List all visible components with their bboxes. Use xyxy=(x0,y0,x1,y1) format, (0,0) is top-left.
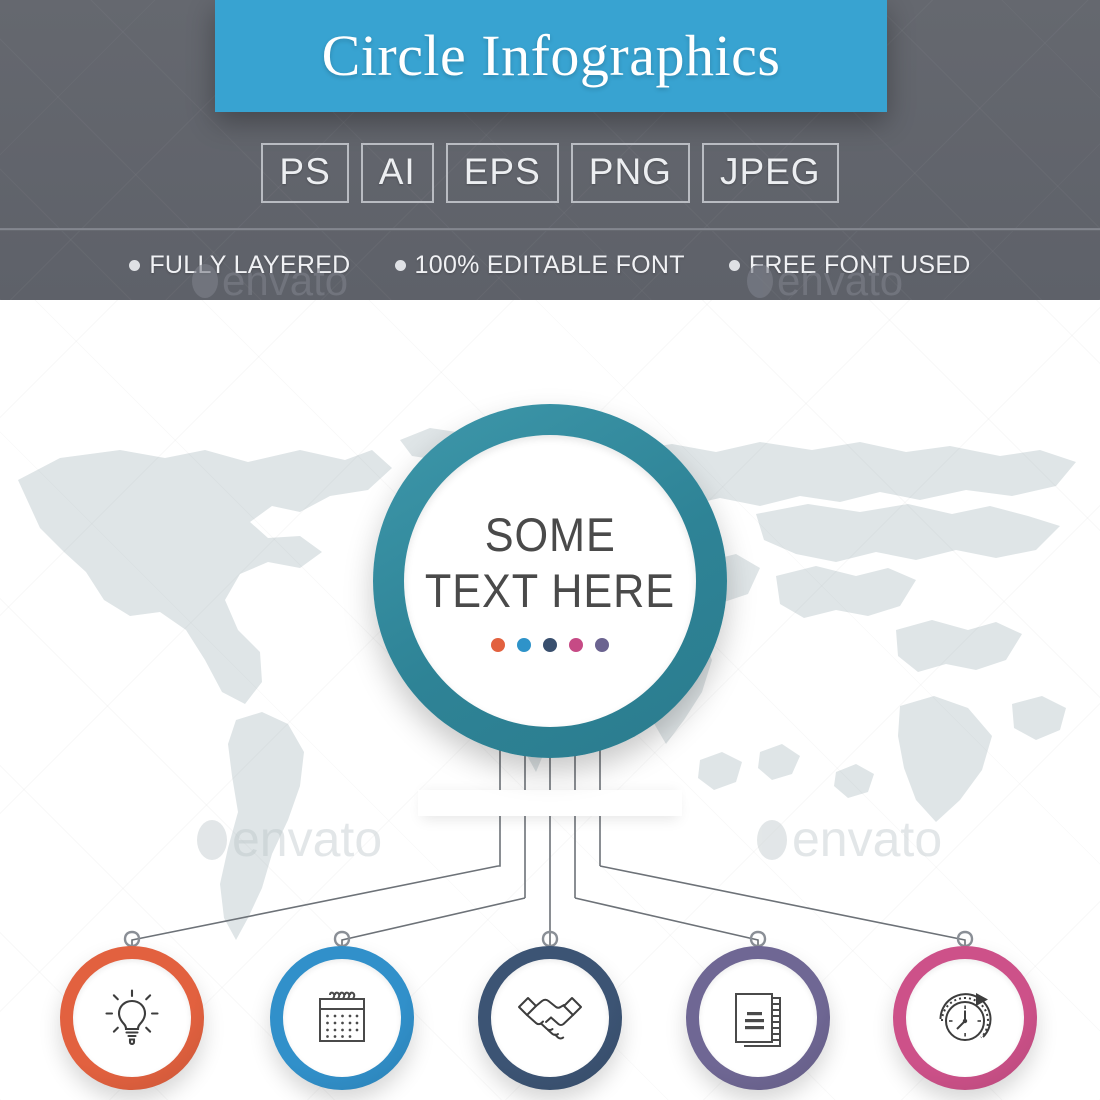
node-clock-history[interactable] xyxy=(889,930,1041,1100)
feature-free-font: FREE FONT USED xyxy=(728,251,971,279)
node-handshake[interactable] xyxy=(474,930,626,1100)
infographic-canvas: Circle Infographics PS AI EPS PNG JPEG F… xyxy=(0,0,1100,1100)
node-face xyxy=(73,959,191,1077)
format-badge-ps[interactable]: PS xyxy=(261,143,349,203)
center-dot-row xyxy=(491,638,609,653)
center-dot-5 xyxy=(595,638,609,653)
header-bar: Circle Infographics PS AI EPS PNG JPEG F… xyxy=(0,0,1100,300)
feature-editable-font: 100% EDITABLE FONT xyxy=(394,251,685,279)
node-calendar[interactable] xyxy=(266,930,418,1100)
node-face xyxy=(906,959,1024,1077)
center-title-line2: TEXT HERE xyxy=(424,563,676,617)
node-face xyxy=(491,959,609,1077)
node-lightbulb[interactable] xyxy=(56,930,208,1100)
bullet-dot-icon xyxy=(728,260,740,271)
format-badge-ai[interactable]: AI xyxy=(360,143,434,203)
format-badge-list: PS AI EPS PNG JPEG xyxy=(0,143,1100,203)
ribbon-band xyxy=(418,790,682,816)
feature-label: FULLY LAYERED xyxy=(149,251,351,279)
center-hub[interactable]: SOME TEXT HERE xyxy=(373,404,727,758)
notebook-icon xyxy=(735,993,781,1047)
center-dot-3 xyxy=(543,638,557,653)
center-dot-4 xyxy=(569,638,583,653)
calendar-icon xyxy=(319,991,365,1042)
format-badge-jpeg[interactable]: JPEG xyxy=(701,143,839,203)
node-face xyxy=(699,959,817,1077)
format-badge-eps[interactable]: EPS xyxy=(445,143,559,203)
feature-fully-layered: FULLY LAYERED xyxy=(129,253,350,278)
node-face xyxy=(283,959,401,1077)
handshake-icon xyxy=(518,997,582,1040)
feature-strip: FULLY LAYERED 100% EDITABLE FONT FREE FO… xyxy=(0,231,1100,300)
diagram-area: envato envato SOME TEXT HERE xyxy=(0,300,1100,1100)
lightbulb-icon xyxy=(105,989,159,1046)
bullet-dot-icon xyxy=(129,260,141,271)
page-title: Circle Infographics xyxy=(321,23,781,88)
format-badge-png[interactable]: PNG xyxy=(570,143,690,203)
bullet-dot-icon xyxy=(394,260,406,271)
node-notebook[interactable] xyxy=(682,930,834,1100)
feature-label: 100% EDITABLE FONT xyxy=(414,251,685,279)
center-dot-1 xyxy=(491,638,505,653)
title-banner: Circle Infographics xyxy=(215,0,887,112)
center-dot-2 xyxy=(517,638,531,653)
center-title-line1: SOME xyxy=(484,507,616,561)
feature-label: FREE FONT USED xyxy=(748,251,971,279)
center-hub-face: SOME TEXT HERE xyxy=(404,435,696,727)
clock-history-icon xyxy=(939,993,992,1041)
